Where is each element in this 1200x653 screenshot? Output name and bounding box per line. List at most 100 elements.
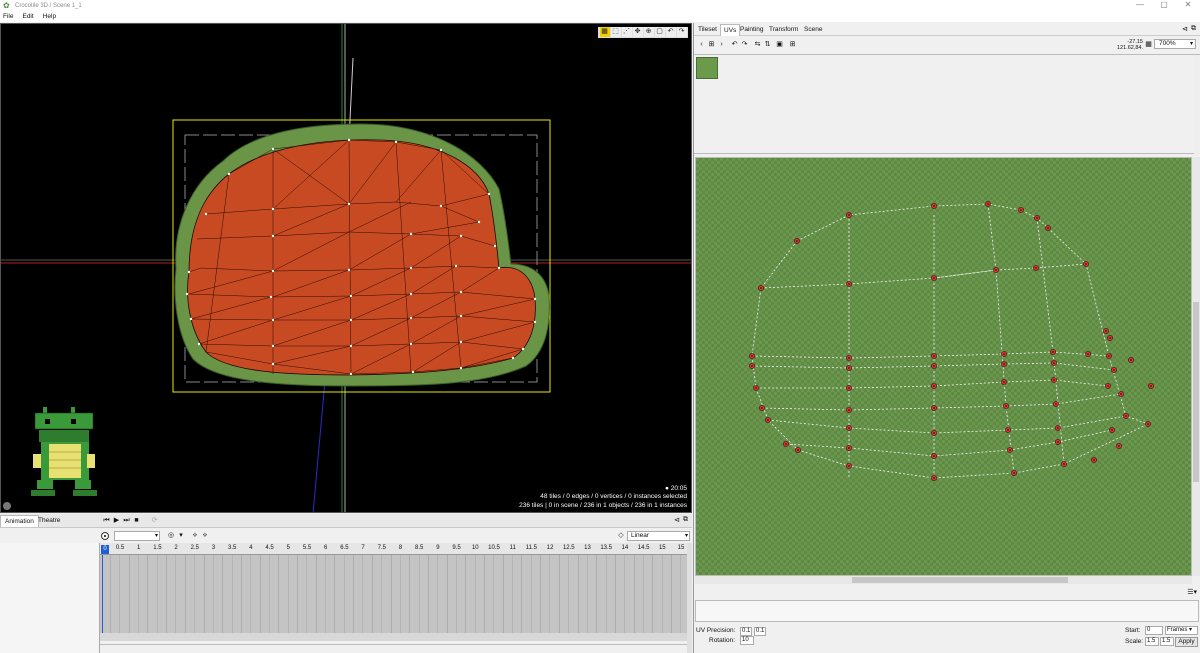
selected-tile-swatch[interactable] bbox=[696, 57, 718, 79]
frames-select[interactable]: Frames ▾ bbox=[1165, 626, 1198, 635]
add-icon[interactable]: ⊞ bbox=[788, 40, 797, 49]
close-button[interactable]: ✕ bbox=[1176, 0, 1200, 11]
pin-icon[interactable]: ⊲ bbox=[674, 516, 680, 524]
uv-hscroll-thumb[interactable] bbox=[852, 577, 1068, 583]
uv-precision-x-field[interactable]: 0.1 bbox=[740, 627, 752, 636]
tab-scene[interactable]: Scene bbox=[801, 24, 825, 36]
uv-vscroll-thumb[interactable] bbox=[1193, 302, 1199, 482]
timeline-grid-line bbox=[652, 555, 654, 633]
timeline-grid-line bbox=[156, 555, 158, 633]
stop-icon[interactable]: ■ bbox=[132, 516, 141, 525]
vertex-tool-icon[interactable]: ⋰ bbox=[621, 27, 632, 37]
animation-toolbar: ▾ ◎ ▾ ⟡ ⟡ ◇ Linear ▾ bbox=[0, 529, 692, 543]
ruler-tick-label: 3 bbox=[211, 545, 216, 551]
timeline-grid-line bbox=[558, 555, 560, 633]
rotate-right-icon[interactable]: ↷ bbox=[740, 40, 749, 49]
timeline-grid-line bbox=[474, 555, 476, 633]
select-tool-icon[interactable]: ⬚ bbox=[610, 27, 621, 37]
undo-icon[interactable]: ↶ bbox=[665, 27, 676, 37]
timeline-bottom-scroll[interactable] bbox=[100, 644, 687, 653]
interpolation-select[interactable]: Linear ▾ bbox=[627, 531, 690, 541]
rotation-field[interactable]: 10 bbox=[740, 636, 754, 645]
ruler-tick-label: 5 bbox=[286, 545, 290, 551]
viewport-toolbar: ▦ ⬚ ⋰ ✥ ⊕ ▢ ↶ ↷ bbox=[598, 27, 688, 38]
timeline-ruler[interactable]: 0.5 1 1.5 2 2.5 3 3.5 4 4.5 5 5.5 6 6.5 7 7.5 8 8.5 9 9.5 1… bbox=[100, 543, 687, 555]
timeline-grid-line bbox=[680, 555, 682, 633]
step-icon[interactable]: ⏭ bbox=[122, 516, 131, 525]
uv-properties-box bbox=[695, 600, 1199, 622]
3d-viewport[interactable]: ▦ ⬚ ⋰ ✥ ⊕ ▢ ↶ ↷ ● 20:05 48 tiles / 0 edg… bbox=[0, 23, 692, 513]
maximize-button[interactable]: ▢ bbox=[1152, 0, 1176, 11]
arrow-right-icon[interactable]: › bbox=[717, 40, 726, 49]
tab-theatre[interactable]: Theatre bbox=[34, 515, 64, 527]
uv-editor-canvas[interactable] bbox=[695, 157, 1192, 576]
scale-label: Scale: bbox=[1125, 638, 1144, 645]
app-logo-icon: ✿ bbox=[3, 0, 10, 10]
minimize-button[interactable]: — bbox=[1128, 0, 1152, 11]
snap-tool-icon[interactable]: ⊕ bbox=[643, 27, 654, 37]
timeline-grid-line bbox=[446, 555, 448, 633]
uv-precision-y-field[interactable]: 0.1 bbox=[754, 627, 766, 636]
menu-file[interactable]: File bbox=[3, 13, 13, 20]
tile-frame-icon[interactable]: ⊞ bbox=[707, 40, 716, 49]
uv-canvas-svg[interactable] bbox=[696, 158, 1192, 576]
uv-hscrollbar[interactable] bbox=[695, 576, 1192, 584]
move-tool-icon[interactable]: ✥ bbox=[632, 27, 643, 37]
fit-icon[interactable]: ▣ bbox=[775, 40, 784, 49]
ruler-tick-label: 11 bbox=[509, 545, 516, 551]
ruler-tick-label: 2 bbox=[174, 545, 178, 551]
timeline-tracks-area[interactable] bbox=[100, 555, 687, 633]
timeline-hscrollbar[interactable] bbox=[100, 633, 687, 641]
uv-vscrollbar[interactable] bbox=[1192, 157, 1200, 576]
zoom-select[interactable]: 700% ▾ bbox=[1154, 39, 1196, 49]
remove-key-icon[interactable]: ⟡ bbox=[200, 531, 210, 541]
timeline-grid-line bbox=[259, 555, 261, 633]
options-icon[interactable]: ☰▾ bbox=[1187, 588, 1197, 596]
undock-icon[interactable]: ⧉ bbox=[683, 516, 688, 524]
timeline-grid-line bbox=[362, 555, 364, 633]
tab-painting[interactable]: Painting bbox=[737, 24, 767, 36]
orientation-mascot bbox=[31, 407, 97, 496]
ruler-tick-label: 4.5 bbox=[265, 545, 274, 551]
frame-tool-icon[interactable]: ▢ bbox=[654, 27, 665, 37]
play-icon[interactable]: ▶ bbox=[112, 516, 121, 525]
timeline-grid-line bbox=[614, 555, 616, 633]
tileset-scrollbar[interactable] bbox=[1194, 55, 1200, 155]
tab-transform[interactable]: Transform bbox=[766, 24, 801, 36]
tab-tileset[interactable]: Tileset bbox=[695, 24, 720, 36]
grid-toggle-icon[interactable]: ▦ bbox=[1144, 40, 1153, 49]
menu-edit[interactable]: Edit bbox=[22, 13, 33, 20]
pin-icon[interactable]: ⊲ bbox=[1182, 25, 1188, 33]
ruler-tick-label: 7.5 bbox=[377, 545, 386, 551]
add-key-icon[interactable]: ⟡ bbox=[190, 531, 200, 541]
apply-button[interactable]: Apply bbox=[1175, 637, 1198, 647]
playhead[interactable]: 0 bbox=[101, 545, 109, 554]
undock-icon[interactable]: ⧉ bbox=[1191, 25, 1196, 33]
scale-x-field[interactable]: 1.5 bbox=[1145, 637, 1159, 646]
flip-h-icon[interactable]: ⇆ bbox=[753, 40, 762, 49]
arrow-left-icon[interactable]: ‹ bbox=[697, 40, 706, 49]
scale-y-field[interactable]: 1.5 bbox=[1160, 637, 1174, 646]
ruler-tick-label: 4 bbox=[249, 545, 253, 551]
menu-help[interactable]: Help bbox=[43, 13, 56, 20]
timeline-grid-line bbox=[530, 555, 532, 633]
selection-stats: 48 tiles / 0 edges / 0 vertices / 0 inst… bbox=[540, 493, 687, 500]
scene-canvas[interactable] bbox=[1, 24, 692, 513]
clip-select[interactable]: ▾ bbox=[114, 531, 160, 541]
timeline-vscrollbar[interactable] bbox=[687, 543, 692, 653]
ruler-tick-label: 14.5 bbox=[637, 545, 650, 551]
start-field[interactable]: 0 bbox=[1145, 626, 1163, 635]
rewind-icon[interactable]: ⏮ bbox=[102, 516, 111, 525]
redo-icon[interactable]: ↷ bbox=[676, 27, 687, 37]
loop-icon[interactable]: ⟳ bbox=[150, 516, 159, 525]
ruler-tick-label: 8 bbox=[398, 545, 403, 551]
viewport-corner-icon[interactable] bbox=[3, 502, 11, 510]
timeline-grid-line bbox=[166, 555, 168, 633]
target-icon[interactable]: ◎ bbox=[166, 531, 176, 541]
rotate-left-icon[interactable]: ↶ bbox=[730, 40, 739, 49]
timeline-grid-line bbox=[493, 555, 495, 633]
record-icon[interactable] bbox=[101, 532, 109, 540]
grid-tool-icon[interactable]: ▦ bbox=[599, 27, 610, 37]
target-dropdown-icon[interactable]: ▾ bbox=[176, 531, 186, 541]
flip-v-icon[interactable]: ⇅ bbox=[763, 40, 772, 49]
